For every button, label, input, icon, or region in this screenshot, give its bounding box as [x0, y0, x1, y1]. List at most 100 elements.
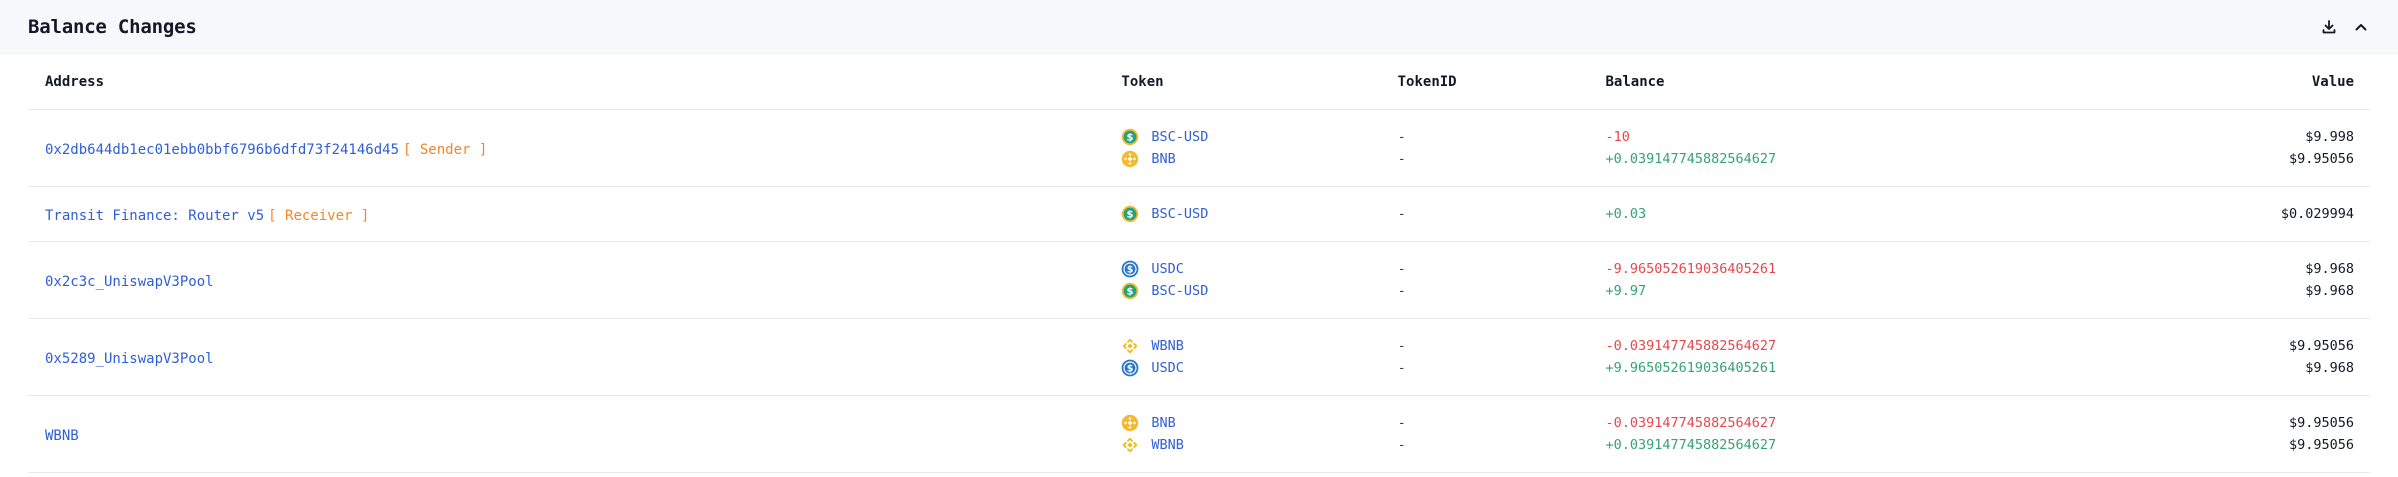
- value-amount: $9.95056: [2288, 338, 2355, 354]
- value-cell: $9.998 $9.95056: [2116, 126, 2370, 170]
- tokenid-cell: --: [1398, 258, 1606, 302]
- balance-cell: -0.039147745882564627 +9.9650526190364052…: [1605, 335, 2115, 379]
- token-entry: $ USDC: [1121, 258, 1397, 280]
- address-cell: 0x2db644db1ec01ebb0bbf6796b6dfd73f24146d…: [28, 139, 1121, 158]
- address-cell: 0x2c3c_UniswapV3Pool: [28, 271, 1121, 290]
- wbnb-icon: [1121, 436, 1139, 454]
- table-row: 0x2db644db1ec01ebb0bbf6796b6dfd73f24146d…: [28, 110, 2370, 187]
- value-amount: $9.95056: [2288, 151, 2355, 167]
- address-role-tag: [ Receiver ]: [268, 207, 370, 224]
- value-cell: $9.95056 $9.95056: [2116, 412, 2370, 456]
- address-link[interactable]: 0x2db644db1ec01ebb0bbf6796b6dfd73f24146d…: [45, 142, 399, 158]
- table-row: WBNB BNB WBNB - - -0.039147745882564627 +0.039…: [28, 396, 2370, 473]
- svg-text:$: $: [1127, 133, 1134, 144]
- tokenid-cell: -: [1398, 203, 1606, 225]
- token-link[interactable]: WBNB: [1151, 338, 1184, 354]
- address-link[interactable]: 0x5289_UniswapV3Pool: [45, 351, 214, 367]
- token-cell: $ BSC-USD: [1121, 203, 1397, 225]
- address-cell: WBNB: [28, 425, 1121, 444]
- bsc-usd-icon: $: [1121, 205, 1139, 223]
- token-entry: WBNB: [1121, 434, 1397, 456]
- value-amount: $9.95056: [2288, 415, 2355, 431]
- balance-cell: -0.039147745882564627 +0.0391477458825646…: [1605, 412, 2115, 456]
- token-link[interactable]: BNB: [1151, 151, 1175, 167]
- address-role-tag: [ Sender ]: [403, 141, 488, 158]
- svg-text:$: $: [1127, 287, 1134, 298]
- header-actions: [2320, 18, 2370, 36]
- column-header-address: Address: [45, 73, 105, 90]
- balance-change: +9.97: [1605, 283, 1647, 299]
- token-link[interactable]: WBNB: [1151, 437, 1184, 453]
- tokenid-value: -: [1397, 151, 1406, 167]
- balance-change: +0.039147745882564627: [1605, 151, 1777, 167]
- balance-change: -10: [1605, 129, 1630, 145]
- token-entry: $ BSC-USD: [1121, 203, 1397, 225]
- balance-change: -0.039147745882564627: [1605, 338, 1777, 354]
- bsc-usd-icon: $: [1121, 282, 1139, 300]
- tokenid-value: -: [1397, 338, 1406, 354]
- tokenid-value: -: [1397, 261, 1406, 277]
- address-link[interactable]: Transit Finance: Router v5: [45, 208, 264, 224]
- column-header-token: Token: [1121, 73, 1164, 90]
- address-cell: Transit Finance: Router v5[ Receiver ]: [28, 205, 1121, 224]
- token-entry: WBNB: [1121, 335, 1397, 357]
- token-link[interactable]: BSC-USD: [1151, 283, 1208, 299]
- value-amount: $9.998: [2305, 129, 2355, 145]
- panel-title: Balance Changes: [28, 15, 197, 38]
- balance-change: +0.03: [1605, 206, 1647, 222]
- svg-text:$: $: [1127, 364, 1134, 375]
- tokenid-value: -: [1397, 206, 1406, 222]
- balance-table: Address Token TokenID Balance Value 0x2d…: [28, 54, 2370, 473]
- token-cell: WBNB $ USDC: [1121, 335, 1397, 379]
- tokenid-value: -: [1397, 415, 1406, 431]
- token-entry: $ BSC-USD: [1121, 280, 1397, 302]
- wbnb-icon: [1121, 337, 1139, 355]
- usdc-icon: $: [1121, 359, 1139, 377]
- token-link[interactable]: BSC-USD: [1151, 129, 1208, 145]
- balance-cell: -9.965052619036405261 +9.97: [1605, 258, 2115, 302]
- token-entry: BNB: [1121, 412, 1397, 434]
- table-body: 0x2db644db1ec01ebb0bbf6796b6dfd73f24146d…: [28, 110, 2370, 473]
- balance-change: -0.039147745882564627: [1605, 415, 1777, 431]
- table-row: 0x2c3c_UniswapV3Pool $ USDC $ BSC-USD - - -9.96…: [28, 242, 2370, 319]
- usdc-icon: $: [1121, 260, 1139, 278]
- bsc-usd-icon: $: [1121, 128, 1139, 146]
- token-entry: BNB: [1121, 148, 1397, 170]
- tokenid-cell: --: [1398, 335, 1606, 379]
- token-cell: $ USDC $ BSC-USD: [1121, 258, 1397, 302]
- token-link[interactable]: BSC-USD: [1151, 206, 1208, 222]
- value-amount: $9.968: [2305, 283, 2355, 299]
- token-link[interactable]: USDC: [1151, 261, 1184, 277]
- value-amount: $9.968: [2305, 261, 2355, 277]
- balance-change: +9.965052619036405261: [1605, 360, 1777, 376]
- tokenid-value: -: [1397, 283, 1406, 299]
- tokenid-cell: --: [1398, 412, 1606, 456]
- balance-changes-panel: Balance Changes Address Token TokenID Ba…: [0, 0, 2398, 477]
- address-link[interactable]: WBNB: [45, 428, 79, 444]
- value-amount: $9.95056: [2288, 437, 2355, 453]
- column-header-balance: Balance: [1605, 73, 1665, 90]
- download-icon[interactable]: [2320, 18, 2338, 36]
- value-cell: $9.968 $9.968: [2116, 258, 2370, 302]
- table-row: Transit Finance: Router v5[ Receiver ] $ B…: [28, 187, 2370, 242]
- svg-text:$: $: [1127, 265, 1134, 276]
- address-cell: 0x5289_UniswapV3Pool: [28, 348, 1121, 367]
- value-cell: $9.95056 $9.968: [2116, 335, 2370, 379]
- column-header-tokenid: TokenID: [1397, 73, 1457, 90]
- tokenid-cell: --: [1398, 126, 1606, 170]
- balance-cell: +0.03: [1605, 203, 2115, 225]
- balance-change: -9.965052619036405261: [1605, 261, 1777, 277]
- tokenid-value: -: [1397, 360, 1406, 376]
- token-entry: $ USDC: [1121, 357, 1397, 379]
- token-cell: BNB WBNB: [1121, 412, 1397, 456]
- chevron-up-icon[interactable]: [2352, 18, 2370, 36]
- address-link[interactable]: 0x2c3c_UniswapV3Pool: [45, 274, 214, 290]
- column-header-value: Value: [2311, 73, 2355, 90]
- token-link[interactable]: USDC: [1151, 360, 1184, 376]
- value-amount: $0.029994: [2280, 206, 2355, 222]
- token-link[interactable]: BNB: [1151, 415, 1175, 431]
- token-entry: $ BSC-USD: [1121, 126, 1397, 148]
- value-amount: $9.968: [2305, 360, 2355, 376]
- bnb-icon: [1121, 414, 1139, 432]
- bnb-icon: [1121, 150, 1139, 168]
